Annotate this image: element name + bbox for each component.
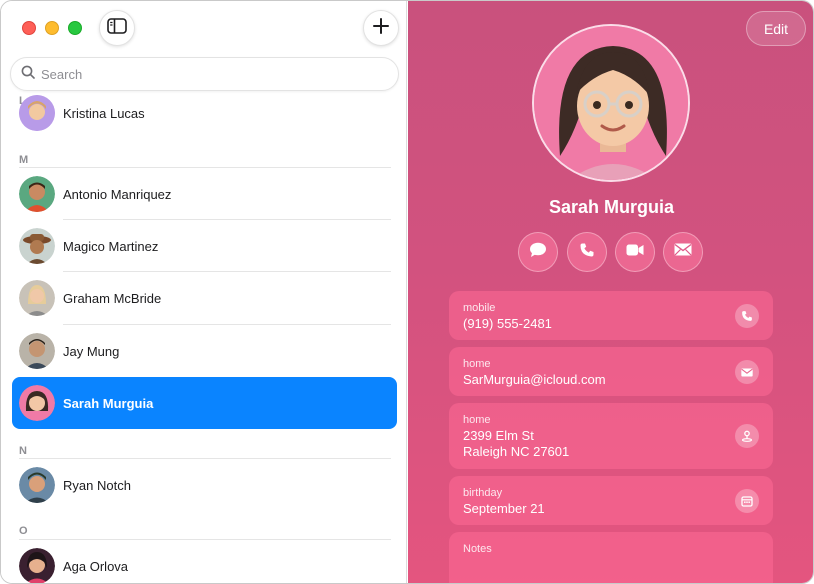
calendar-icon[interactable] <box>735 489 759 513</box>
contact-name-heading: Sarah Murguia <box>548 197 675 217</box>
contact-row-antonio-manriquez[interactable]: Antonio Manriquez <box>12 168 397 220</box>
section-letter-n: N <box>19 445 28 457</box>
field-label: birthday <box>463 487 503 499</box>
phone-icon[interactable] <box>735 304 759 328</box>
field-value: SarMurguia@icloud.com <box>463 372 606 387</box>
contact-row-ryan-notch[interactable]: Ryan Notch <box>12 459 397 511</box>
avatar <box>19 176 55 212</box>
contact-name: Jay Mung <box>63 343 120 359</box>
contact-row-kristina-lucas[interactable]: Kristina Lucas <box>12 87 397 139</box>
contact-row-graham-mcbride[interactable]: Graham McBride <box>12 272 397 324</box>
address-field[interactable]: home 2399 Elm St Raleigh NC 27601 <box>449 403 773 469</box>
email-field[interactable]: home SarMurguia@icloud.com <box>449 347 773 396</box>
contacts-sidebar: L Kristina Lucas M Antonio Manriquez <box>1 1 407 583</box>
zoom-window-button[interactable] <box>68 21 82 35</box>
search-icon <box>21 65 35 84</box>
notes-field[interactable]: Notes <box>449 532 773 583</box>
avatar <box>19 228 55 264</box>
field-label: home <box>463 358 491 370</box>
birthday-field[interactable]: birthday September 21 <box>449 476 773 525</box>
field-label: home <box>463 414 491 426</box>
contact-name: Graham McBride <box>63 290 162 306</box>
map-pin-icon[interactable] <box>735 424 759 448</box>
plus-icon <box>373 17 389 39</box>
search-input[interactable] <box>41 66 381 82</box>
phone-icon <box>579 242 595 263</box>
avatar <box>19 280 55 316</box>
video-call-button[interactable] <box>615 232 655 272</box>
phone-field[interactable]: mobile (919) 555-2481 <box>449 291 773 340</box>
contact-name: Ryan Notch <box>63 477 131 493</box>
add-contact-button[interactable] <box>363 10 399 46</box>
contact-row-aga-orlova[interactable]: Aga Orlova <box>12 540 397 583</box>
address-line-2: Raleigh NC 27601 <box>463 444 570 459</box>
avatar <box>19 548 55 583</box>
field-value: September 21 <box>463 501 545 516</box>
contact-name: Aga Orlova <box>63 558 129 574</box>
sidebar-icon <box>107 17 127 39</box>
sidebar-toggle-button[interactable] <box>99 10 135 46</box>
close-window-button[interactable] <box>22 21 36 35</box>
contact-name: Antonio Manriquez <box>63 186 172 202</box>
message-icon <box>529 242 547 263</box>
contact-row-sarah-murguia[interactable]: Sarah Murguia <box>12 377 397 429</box>
message-button[interactable] <box>518 232 558 272</box>
contact-name: Kristina Lucas <box>63 105 145 121</box>
contact-row-jay-mung[interactable]: Jay Mung <box>12 325 397 377</box>
section-letter-o: O <box>19 525 29 537</box>
mail-icon[interactable] <box>735 360 759 384</box>
avatar <box>19 467 55 503</box>
avatar <box>19 333 55 369</box>
contact-photo <box>532 24 690 182</box>
contact-name: Sarah Murguia <box>63 395 154 411</box>
avatar <box>19 95 55 131</box>
contacts-window: L Kristina Lucas M Antonio Manriquez <box>0 0 814 584</box>
avatar <box>19 385 55 421</box>
mail-button[interactable] <box>663 232 703 272</box>
field-value: (919) 555-2481 <box>463 316 552 331</box>
call-button[interactable] <box>567 232 607 272</box>
minimize-window-button[interactable] <box>45 21 59 35</box>
mail-icon <box>674 243 692 261</box>
section-letter-m: M <box>19 154 29 166</box>
field-label: mobile <box>463 302 496 314</box>
contact-row-magico-martinez[interactable]: Magico Martinez <box>12 220 397 272</box>
titlebar <box>1 1 406 57</box>
edit-button[interactable]: Edit <box>746 11 806 46</box>
address-line-1: 2399 Elm St <box>463 428 534 443</box>
video-icon <box>626 243 644 261</box>
contact-detail-pane: Edit Sarah Murguia mobile (919) 555-2481… <box>408 1 813 583</box>
notes-label: Notes <box>463 543 492 555</box>
contact-name: Magico Martinez <box>63 238 159 254</box>
search-field[interactable] <box>10 57 399 91</box>
